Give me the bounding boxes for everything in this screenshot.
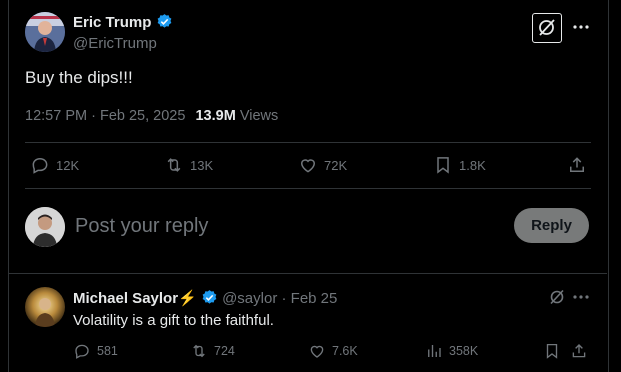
views-count: 13.9M	[195, 108, 236, 124]
reply-icon	[32, 157, 48, 174]
reply-author-name[interactable]: Michael Saylor⚡	[73, 290, 197, 307]
reply-more-button[interactable]	[572, 288, 590, 311]
reply-count: 12K	[56, 157, 80, 173]
reply-like-action[interactable]: 7.6K	[308, 342, 358, 360]
verified-badge-icon	[157, 14, 172, 28]
verified-badge-icon	[202, 290, 217, 304]
more-icon	[573, 295, 589, 299]
reply-author-row: Michael Saylor⚡ @saylor · Feb 25	[73, 289, 337, 307]
reply-like-count: 7.6K	[332, 344, 358, 358]
reply-views-action[interactable]: 358K	[425, 342, 478, 360]
repost-action[interactable]: 13K	[164, 155, 213, 175]
repost-icon	[167, 158, 181, 172]
reply-date[interactable]: Feb 25	[291, 290, 338, 307]
reply-grok-button[interactable]	[548, 288, 566, 311]
share-icon	[572, 344, 586, 358]
like-count: 72K	[324, 157, 348, 173]
author-name-row: Eric Trump	[73, 13, 173, 32]
bookmark-action[interactable]: 1.8K	[433, 155, 486, 175]
more-options-button[interactable]	[572, 18, 590, 41]
reply-reply-action[interactable]: 581	[73, 342, 118, 360]
share-action[interactable]	[567, 155, 587, 175]
michael-saylor-avatar[interactable]	[25, 287, 65, 327]
bookmark-icon	[546, 343, 558, 359]
eric-trump-avatar[interactable]	[25, 12, 65, 52]
grok-icon	[539, 19, 555, 36]
reply-icon	[75, 344, 89, 359]
share-icon	[570, 157, 584, 172]
views-icon	[428, 345, 441, 357]
grok-button[interactable]	[532, 13, 562, 43]
reply-input[interactable]: Post your reply	[75, 215, 208, 238]
reply-author-handle[interactable]: @saylor	[222, 290, 277, 307]
reply-bookmark-action[interactable]	[543, 342, 561, 360]
author-name[interactable]: Eric Trump	[73, 14, 151, 31]
views-label: Views	[239, 108, 279, 124]
tweet-text: Buy the dips!!!	[25, 68, 133, 87]
meta-separator: ·	[277, 290, 291, 307]
tweet-meta: 12:57 PM · Feb 25, 2025 13.9M Views	[25, 108, 278, 124]
like-action[interactable]: 72K	[298, 155, 347, 175]
grok-icon	[550, 289, 564, 305]
like-icon	[300, 159, 316, 173]
reply-button[interactable]: Reply	[514, 208, 589, 243]
repost-icon	[193, 344, 205, 358]
divider	[25, 188, 591, 189]
divider	[25, 142, 591, 143]
author-handle[interactable]: @EricTrump	[73, 35, 157, 52]
tweet-time[interactable]: 12:57 PM	[25, 108, 87, 124]
current-user-avatar[interactable]	[25, 207, 65, 247]
more-icon	[573, 25, 589, 29]
reply-text: Volatility is a gift to the faithful.	[73, 312, 274, 329]
meta-separator: ·	[87, 108, 100, 124]
bookmark-icon	[437, 157, 449, 174]
tweet-date[interactable]: Feb 25, 2025	[100, 108, 185, 124]
bookmark-count: 1.8K	[459, 157, 486, 173]
like-icon	[310, 345, 324, 358]
reply-repost-count: 724	[214, 344, 235, 358]
divider	[9, 273, 607, 274]
reply-repost-action[interactable]: 724	[190, 342, 235, 360]
reply-share-action[interactable]	[570, 342, 588, 360]
reply-views-count: 358K	[449, 344, 479, 358]
reply-action[interactable]: 12K	[30, 155, 79, 175]
repost-count: 13K	[190, 157, 214, 173]
reply-reply-count: 581	[97, 344, 118, 358]
